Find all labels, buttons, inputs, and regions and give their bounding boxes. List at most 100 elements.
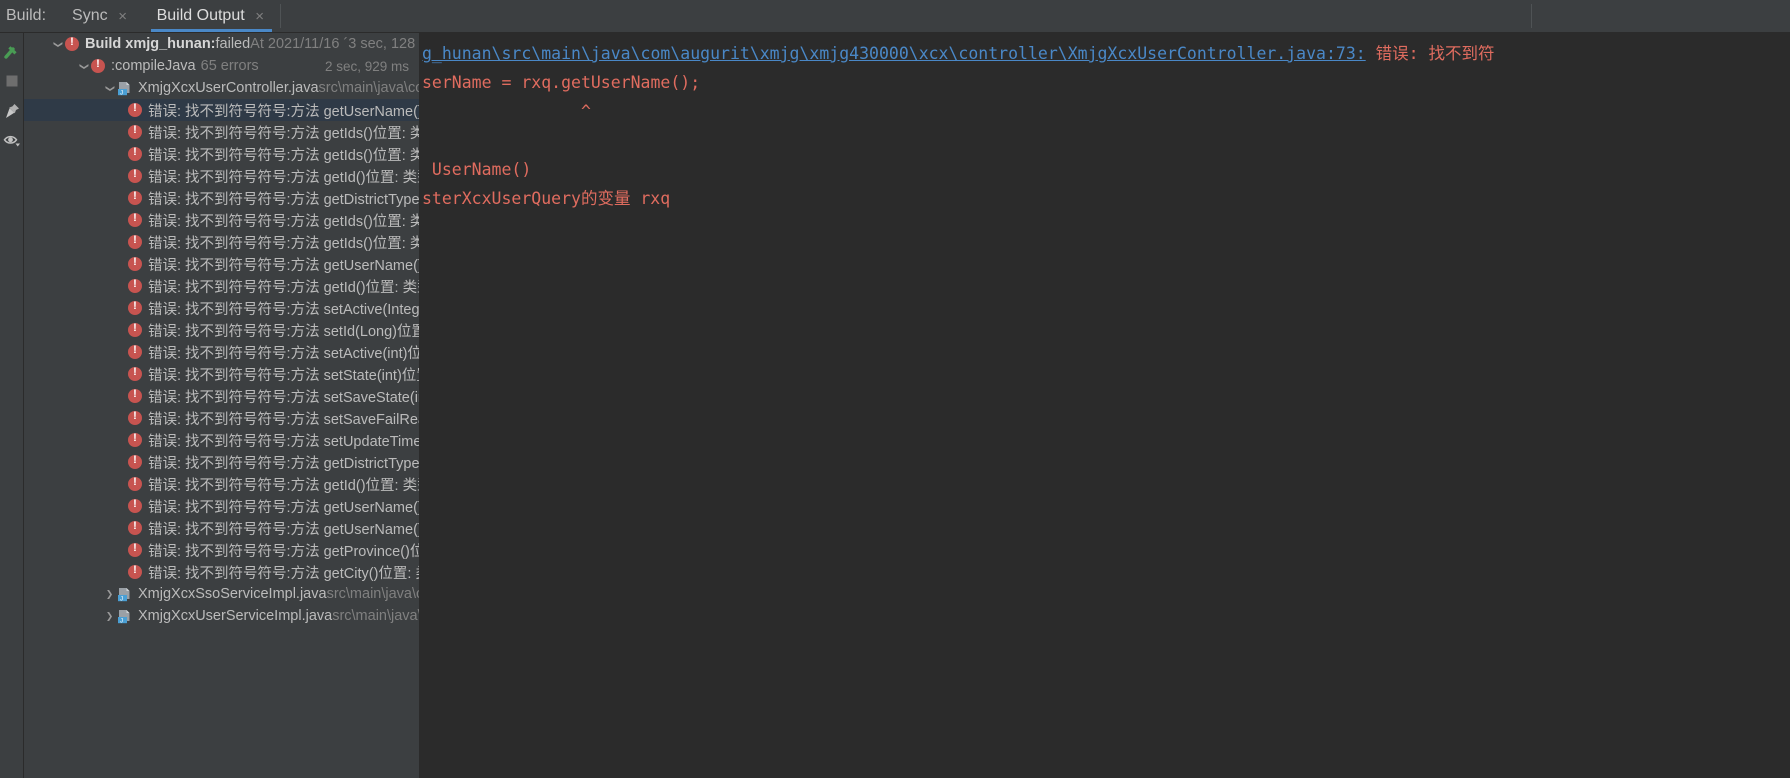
- error-detail: 方法 getProvince()位置:: [290, 543, 419, 560]
- error-prefix: 错误: 找不到符号符号:: [148, 389, 291, 406]
- error-detail: 方法 getId()位置: 类型为: [290, 169, 419, 186]
- error-row[interactable]: 错误: 找不到符号符号:方法 getUserName()位置: [24, 253, 419, 275]
- error-row[interactable]: 错误: 找不到符号符号:方法 setSaveFailReason(: [24, 407, 419, 429]
- error-detail: 方法 getIds()位置: 类型为: [290, 213, 419, 230]
- error-row[interactable]: 错误: 找不到符号符号:方法 setUpdateTime(Da: [24, 429, 419, 451]
- error-row[interactable]: 错误: 找不到符号符号:方法 getUserName()位置: [24, 495, 419, 517]
- error-icon: [128, 564, 142, 579]
- error-prefix: 错误: 找不到符号符号:: [148, 455, 291, 472]
- error-icon: [128, 300, 142, 315]
- chevron-down-icon[interactable]: [102, 77, 117, 99]
- error-detail: 方法 getUserName()位置: [290, 521, 419, 538]
- error-row[interactable]: 错误: 找不到符号符号:方法 setActive(int)位置:: [24, 341, 419, 363]
- error-detail: 方法 getIds()位置: 类型为: [290, 147, 419, 164]
- error-detail: 方法 setActive(int)位置:: [290, 345, 419, 362]
- error-detail: 方法 getUserName()位置: [290, 257, 419, 274]
- error-icon: [128, 102, 142, 117]
- error-prefix: 错误: 找不到符号符号:: [148, 235, 291, 252]
- error-prefix: 错误: 找不到符号符号:: [148, 521, 291, 538]
- error-row[interactable]: 错误: 找不到符号符号:方法 getProvince()位置:: [24, 539, 419, 561]
- java-file-icon: J: [117, 609, 132, 624]
- tab-sync[interactable]: Sync ×: [58, 0, 143, 32]
- error-prefix: 错误: 找不到符号符号:: [148, 103, 291, 120]
- file-path: src\main\java\com\: [326, 586, 419, 602]
- error-prefix: 错误: 找不到符号符号:: [148, 499, 291, 516]
- error-row[interactable]: 错误: 找不到符号符号:方法 getIds()位置: 类型为: [24, 143, 419, 165]
- chevron-down-icon[interactable]: [76, 55, 91, 77]
- error-icon: [128, 476, 142, 491]
- java-file-icon: J: [117, 81, 132, 96]
- error-icon: [128, 366, 142, 381]
- tab-build-output[interactable]: Build Output ×: [143, 0, 280, 32]
- build-node-at: At 2021/11/16 ´: [250, 36, 349, 52]
- error-icon: [128, 410, 142, 425]
- tree-node-file-sso-service[interactable]: J XmjgXcxSsoServiceImpl.java src\main\ja…: [24, 583, 419, 605]
- error-detail: 方法 setState(int)位置: 类: [290, 367, 419, 384]
- error-row[interactable]: 错误: 找不到符号符号:方法 getDistrictType()位: [24, 451, 419, 473]
- tabbar-title: Build:: [6, 7, 47, 24]
- error-icon: [128, 388, 142, 403]
- error-row[interactable]: 错误: 找不到符号符号:方法 setSaveState(int)位: [24, 385, 419, 407]
- error-icon: [91, 58, 105, 73]
- svg-text:J: J: [120, 90, 123, 96]
- build-node-title: Build xmjg_hunan:: [85, 36, 216, 52]
- pin-icon[interactable]: [2, 101, 22, 121]
- error-row[interactable]: 错误: 找不到符号符号:方法 getUserName()位置: [24, 517, 419, 539]
- build-tabbar: Build: Sync × Build Output ×: [0, 0, 1790, 33]
- error-prefix: 错误: 找不到符号符号:: [148, 565, 291, 582]
- error-row[interactable]: 错误: 找不到符号符号:方法 getId()位置: 类型为: [24, 473, 419, 495]
- error-icon: [128, 234, 142, 249]
- error-prefix: 错误: 找不到符号符号:: [148, 367, 291, 384]
- error-row[interactable]: 错误: 找不到符号符号:方法 getIds()位置: 类型为: [24, 231, 419, 253]
- error-prefix: 错误: 找不到符号符号:: [148, 543, 291, 560]
- error-detail: 方法 getId()位置: 类型为: [290, 477, 419, 494]
- error-row[interactable]: 错误: 找不到符号符号:方法 getDistrictType()位: [24, 187, 419, 209]
- error-icon: [128, 498, 142, 513]
- error-row[interactable]: 错误: 找不到符号符号:方法 getCity()位置: 类型: [24, 561, 419, 583]
- error-row[interactable]: 错误: 找不到符号符号:方法 getIds()位置: 类型为: [24, 121, 419, 143]
- error-icon: [128, 278, 142, 293]
- file-name: XmjgXcxSsoServiceImpl.java: [138, 586, 327, 602]
- chevron-right-icon[interactable]: [102, 605, 117, 627]
- rerun-build-icon[interactable]: [2, 41, 22, 61]
- build-tree-panel[interactable]: Build xmjg_hunan: failed At 2021/11/16 ´…: [24, 33, 420, 778]
- error-row[interactable]: 错误: 找不到符号符号:方法 setId(Long)位置: 类: [24, 319, 419, 341]
- tree-node-file-user-service[interactable]: J XmjgXcxUserServiceImpl.java src\main\j…: [24, 605, 419, 627]
- chevron-down-icon[interactable]: [50, 33, 65, 55]
- error-icon: [128, 542, 142, 557]
- error-prefix: 错误: 找不到符号符号:: [148, 125, 291, 142]
- build-console-output[interactable]: g_hunan\src\main\java\com\augurit\xmjg\x…: [420, 33, 1790, 778]
- tabbar-empty-area: [281, 0, 1531, 32]
- stop-icon[interactable]: [2, 71, 22, 91]
- error-row[interactable]: 错误: 找不到符号符号:方法 getUserName()位置: [24, 99, 419, 121]
- build-node-duration: 3 sec, 128 ms: [348, 36, 419, 52]
- console-line: g_hunan\src\main\java\com\augurit\xmjg\x…: [420, 39, 1790, 68]
- error-row[interactable]: 错误: 找不到符号符号:方法 setActive(Integer)(: [24, 297, 419, 319]
- chevron-right-icon[interactable]: [102, 583, 117, 605]
- tree-node-compile-java[interactable]: :compileJava 65 errors 2 sec, 929 ms: [24, 55, 419, 77]
- svg-text:J: J: [120, 596, 123, 602]
- console-file-link[interactable]: g_hunan\src\main\java\com\augurit\xmjg\x…: [422, 44, 1366, 63]
- eye-settings-icon[interactable]: [2, 131, 22, 151]
- error-detail: 方法 setSaveFailReason(: [290, 411, 419, 428]
- error-row[interactable]: 错误: 找不到符号符号:方法 getIds()位置: 类型为: [24, 209, 419, 231]
- file-path: src\main\java\com: [332, 608, 419, 624]
- error-prefix: 错误: 找不到符号符号:: [148, 147, 291, 164]
- build-toolbar-rail: [0, 33, 24, 778]
- error-detail: 方法 getDistrictType()位: [290, 455, 420, 472]
- error-detail: 方法 getIds()位置: 类型为: [290, 235, 419, 252]
- error-row[interactable]: 错误: 找不到符号符号:方法 setState(int)位置: 类: [24, 363, 419, 385]
- error-row[interactable]: 错误: 找不到符号符号:方法 getId()位置: 类型为: [24, 165, 419, 187]
- close-icon[interactable]: ×: [117, 9, 129, 24]
- build-body: Build xmjg_hunan: failed At 2021/11/16 ´…: [0, 33, 1790, 778]
- error-row[interactable]: 错误: 找不到符号符号:方法 getId()位置: 类型为: [24, 275, 419, 297]
- error-icon: [65, 36, 79, 51]
- close-icon[interactable]: ×: [254, 9, 266, 24]
- file-name: XmjgXcxUserServiceImpl.java: [138, 608, 333, 624]
- error-detail: 方法 setId(Long)位置: 类: [290, 323, 420, 340]
- tree-node-file-controller[interactable]: J XmjgXcxUserController.java src\main\ja…: [24, 77, 419, 99]
- error-detail: 方法 getDistrictType()位: [290, 191, 420, 208]
- tree-node-build[interactable]: Build xmjg_hunan: failed At 2021/11/16 ´…: [24, 33, 419, 55]
- console-line: serName = rxq.getUserName();: [422, 73, 701, 92]
